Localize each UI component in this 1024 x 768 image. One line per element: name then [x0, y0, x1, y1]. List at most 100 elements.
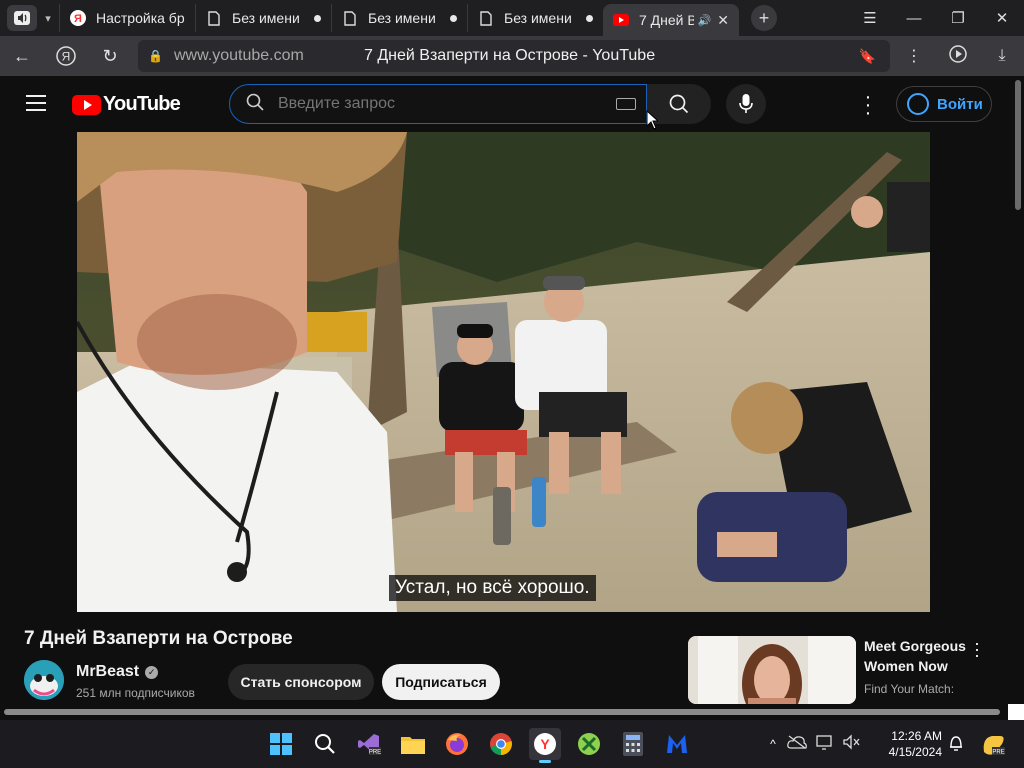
document-icon [206, 10, 222, 26]
yandex-browser-icon[interactable]: Y [529, 728, 561, 763]
vertical-scroll-thumb[interactable] [1015, 80, 1021, 210]
mouse-cursor-icon [646, 110, 658, 130]
close-window-icon[interactable]: ✕ [980, 9, 1024, 27]
hamburger-menu-icon[interactable] [26, 95, 46, 116]
video-title: 7 Дней Взаперти на Острове [24, 628, 293, 649]
svg-text:Я: Я [74, 13, 82, 25]
settings-kebab-icon[interactable]: · · · [860, 87, 876, 123]
join-sponsor-button[interactable]: Стать спонсором [228, 664, 374, 700]
windows-taskbar: PRE Y ^ 12:26 AM 4/15/2024 PRE [0, 720, 1024, 768]
minimize-icon[interactable]: — [892, 10, 936, 27]
address-bar[interactable]: 🔒 www.youtube.com 7 Дней Взаперти на Ост… [138, 40, 890, 72]
visual-studio-icon[interactable]: PRE [353, 728, 385, 760]
copilot-icon[interactable]: PRE [980, 732, 1006, 758]
sponsored-ad[interactable]: Meet Gorgeous Women Now Find Your Match:… [688, 636, 1000, 704]
horizontal-scrollbar[interactable] [0, 706, 1012, 718]
file-explorer-icon[interactable] [397, 728, 429, 760]
caption-text: Устал, но всё хорошо. [389, 575, 596, 601]
ad-menu-kebab-icon[interactable]: · · · [972, 636, 982, 664]
svg-text:Я: Я [62, 50, 71, 64]
verified-check-icon: ✓ [145, 665, 159, 679]
speaker-icon [14, 11, 30, 25]
tab-label: Без имени [368, 10, 436, 26]
search-box [229, 84, 647, 124]
search-input[interactable] [278, 95, 598, 113]
reload-icon: ↻ [102, 45, 118, 66]
svg-text:PRE: PRE [369, 750, 381, 756]
calculator-icon[interactable] [617, 728, 649, 760]
video-player[interactable]: Устал, но всё хорошо. [77, 132, 930, 612]
network-icon[interactable] [812, 734, 838, 755]
youtube-icon [613, 12, 629, 28]
new-tab-button[interactable]: + [751, 5, 777, 31]
search-icon [669, 94, 689, 114]
restore-icon[interactable]: ❐ [936, 9, 980, 27]
channel-name[interactable]: MrBeast ✓ [76, 663, 159, 681]
horizontal-scroll-thumb[interactable] [4, 709, 1000, 715]
toolbar-right: ⋮ ⤓ [892, 36, 1024, 76]
lock-icon[interactable]: 🔒 [148, 49, 164, 63]
window-controls: ☰ — ❐ ✕ [848, 0, 1024, 36]
arrow-left-icon: ← [13, 45, 31, 66]
video-popup-icon[interactable] [936, 44, 980, 69]
vertical-scrollbar[interactable] [1012, 76, 1024, 706]
playing-audio-icon[interactable]: 🔊 [698, 14, 712, 27]
voice-search-button[interactable] [726, 84, 766, 124]
active-app-indicator [539, 760, 551, 763]
address-bar-row: ← Я ↻ 🔒 www.youtube.com 7 Дней Взаперти … [0, 36, 1024, 76]
clock-time: 12:26 AM [891, 729, 942, 743]
more-options-icon[interactable]: ⋮ [892, 46, 936, 66]
chevron-down-icon: ▾ [45, 12, 51, 25]
page-title: 7 Дней Взаперти на Острове - YouTube [364, 47, 656, 64]
svg-text:Y: Y [540, 736, 550, 752]
windows-start-icon[interactable] [265, 728, 297, 760]
tab-untitled-3[interactable]: Без имени [467, 4, 603, 32]
close-tab-icon[interactable]: ✕ [717, 12, 729, 29]
tab-list-dropdown[interactable]: ▾ [37, 5, 59, 31]
tab-label: Без имени [504, 10, 572, 26]
reload-button[interactable]: ↻ [88, 36, 132, 76]
account-circle-icon [907, 93, 929, 115]
tab-label: Настройка бра [96, 10, 185, 26]
ad-thumbnail[interactable] [688, 636, 856, 704]
tab-youtube[interactable]: 7 Дней В 🔊 ✕ [603, 4, 739, 36]
sign-in-label: Войти [937, 95, 983, 113]
malwarebytes-icon[interactable] [661, 728, 693, 760]
youtube-play-icon [72, 94, 101, 115]
tab-label: Без имени [232, 10, 300, 26]
search-icon[interactable] [309, 728, 341, 760]
keyboard-icon[interactable] [616, 98, 636, 110]
channel-name-text: MrBeast [76, 663, 140, 680]
youtube-logo[interactable]: YouTube [72, 93, 181, 116]
sign-in-button[interactable]: Войти [896, 86, 992, 122]
subscriber-count: 251 млн подписчиков [76, 686, 195, 700]
cloud-offline-icon[interactable] [782, 735, 812, 754]
tab-settings[interactable]: Я Настройка бра [59, 4, 195, 32]
firefox-icon[interactable] [441, 728, 473, 760]
system-tray: ^ [764, 720, 864, 768]
back-button[interactable]: ← [0, 36, 44, 76]
download-icon[interactable]: ⤓ [980, 47, 1024, 65]
volume-muted-icon[interactable] [838, 733, 864, 755]
ad-title: Meet Gorgeous Women Now [864, 638, 966, 674]
yandex-circle-icon: Я [56, 46, 76, 66]
scrollbar-corner [1008, 704, 1024, 720]
yandex-home-button[interactable]: Я [44, 36, 88, 76]
tab-untitled-1[interactable]: Без имени [195, 4, 331, 32]
svg-text:PRE: PRE [992, 750, 1004, 756]
tab-untitled-2[interactable]: Без имени [331, 4, 467, 32]
unsaved-dot-icon [314, 14, 321, 22]
tab-audio-button[interactable] [7, 5, 37, 31]
channel-avatar[interactable] [24, 660, 64, 700]
url-text: www.youtube.com [174, 47, 304, 64]
notification-bell-icon[interactable] [946, 734, 966, 757]
bookmark-icon[interactable]: 🔖 [859, 48, 876, 65]
youtube-wordmark: YouTube [103, 93, 181, 115]
subscribe-button[interactable]: Подписаться [382, 664, 500, 700]
chevron-up-icon[interactable]: ^ [764, 737, 782, 751]
taskbar-clock[interactable]: 12:26 AM 4/15/2024 [880, 728, 942, 760]
chrome-icon[interactable] [485, 728, 517, 760]
xbox-icon[interactable] [573, 728, 605, 760]
browser-menu-icon[interactable]: ☰ [848, 9, 892, 27]
microphone-icon [739, 94, 753, 113]
